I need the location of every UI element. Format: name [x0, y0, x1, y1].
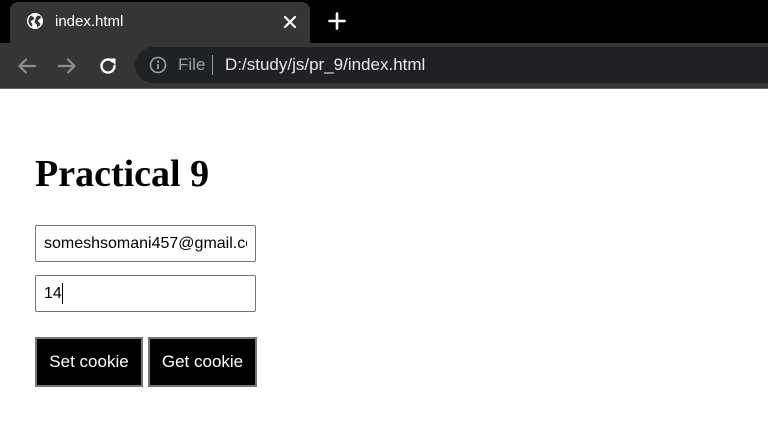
- close-tab-icon[interactable]: [282, 14, 298, 30]
- reload-icon[interactable]: [97, 55, 119, 77]
- address-url[interactable]: D:/study/js/pr_9/index.html: [225, 56, 425, 74]
- address-bar[interactable]: File D:/study/js/pr_9/index.html: [135, 47, 768, 83]
- get-cookie-button[interactable]: Get cookie: [148, 337, 257, 387]
- page-title: Practical 9: [35, 153, 210, 195]
- text-caret: [62, 283, 63, 304]
- address-scheme-label: File: [178, 55, 206, 74]
- tab-title: index.html: [55, 13, 124, 30]
- new-tab-icon[interactable]: [327, 11, 347, 31]
- age-input[interactable]: [35, 275, 256, 312]
- set-cookie-button[interactable]: Set cookie: [35, 337, 143, 387]
- back-arrow-icon[interactable]: [16, 55, 38, 77]
- email-input[interactable]: [35, 225, 256, 262]
- tab-strip: index.html: [0, 0, 768, 43]
- globe-icon: [26, 12, 44, 30]
- browser-tab[interactable]: index.html: [10, 2, 310, 43]
- address-divider: [212, 55, 213, 75]
- forward-arrow-icon[interactable]: [56, 55, 78, 77]
- info-icon[interactable]: [149, 56, 167, 74]
- toolbar-divider: [0, 88, 768, 89]
- browser-toolbar: File D:/study/js/pr_9/index.html: [0, 43, 768, 88]
